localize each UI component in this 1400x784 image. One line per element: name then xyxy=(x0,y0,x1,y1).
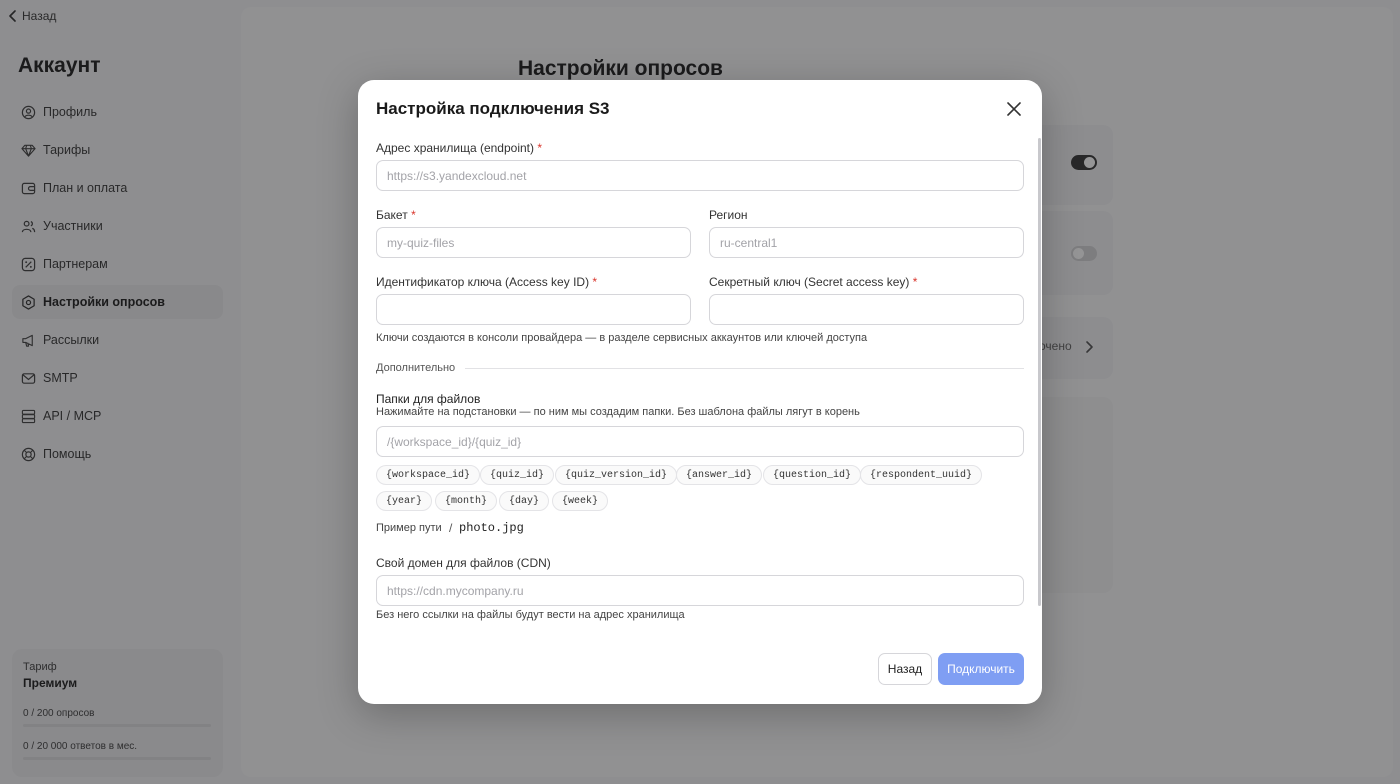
endpoint-label: Адрес хранилища (endpoint) * xyxy=(376,141,542,155)
placeholder-chip-quiz-id[interactable]: {quiz_id} xyxy=(480,465,555,485)
section-additional: Дополнительно xyxy=(376,362,1024,374)
required-mark: * xyxy=(537,141,543,155)
access-key-label: Идентификатор ключа (Access key ID) * xyxy=(376,275,597,289)
path-example-value: photo.jpg xyxy=(459,521,524,535)
folders-title: Папки для файлов xyxy=(376,392,481,406)
access-key-input[interactable] xyxy=(376,294,691,325)
cdn-hint: Без него ссылки на файлы будут вести на … xyxy=(376,609,685,621)
s3-connection-modal: Настройка подключения S3 Адрес хранилища… xyxy=(358,80,1042,704)
placeholder-chip-month[interactable]: {month} xyxy=(435,491,498,511)
placeholder-chip-question-id[interactable]: {question_id} xyxy=(763,465,862,485)
access-key-label-text: Идентификатор ключа (Access key ID) xyxy=(376,275,590,289)
bucket-input[interactable] xyxy=(376,227,691,258)
endpoint-input[interactable] xyxy=(376,160,1024,191)
back-button[interactable]: Назад xyxy=(878,653,932,685)
folders-template-input[interactable] xyxy=(376,426,1024,457)
endpoint-label-text: Адрес хранилища (endpoint) xyxy=(376,141,534,155)
placeholder-chip-quiz-version-id[interactable]: {quiz_version_id} xyxy=(555,465,678,485)
close-icon xyxy=(1007,102,1021,116)
path-example-separator: / xyxy=(449,521,453,535)
placeholder-chip-respondent-uuid[interactable]: {respondent_uuid} xyxy=(860,465,983,485)
placeholder-chip-answer-id[interactable]: {answer_id} xyxy=(676,465,763,485)
connect-button[interactable]: Подключить xyxy=(938,653,1024,685)
close-button[interactable] xyxy=(1005,100,1023,118)
section-divider xyxy=(465,367,1024,369)
placeholder-chip-workspace-id[interactable]: {workspace_id} xyxy=(376,465,481,485)
region-label: Регион xyxy=(709,208,748,222)
path-example-label: Пример пути xyxy=(376,522,442,534)
region-input[interactable] xyxy=(709,227,1024,258)
cdn-input[interactable] xyxy=(376,575,1024,606)
bucket-label: Бакет * xyxy=(376,208,416,222)
placeholder-chip-day[interactable]: {day} xyxy=(499,491,550,511)
required-mark: * xyxy=(592,275,598,289)
modal-scrollbar[interactable] xyxy=(1038,138,1041,606)
keys-hint: Ключи создаются в консоли провайдера — в… xyxy=(376,332,868,344)
secret-key-label: Секретный ключ (Secret access key) * xyxy=(709,275,917,289)
placeholder-chip-year[interactable]: {year} xyxy=(376,491,433,511)
secret-key-input[interactable] xyxy=(709,294,1024,325)
cdn-label: Свой домен для файлов (CDN) xyxy=(376,556,551,570)
secret-key-label-text: Секретный ключ (Secret access key) xyxy=(709,275,910,289)
required-mark: * xyxy=(912,275,918,289)
bucket-label-text: Бакет xyxy=(376,208,408,222)
modal-title: Настройка подключения S3 xyxy=(376,99,610,118)
required-mark: * xyxy=(411,208,416,222)
section-label: Дополнительно xyxy=(376,362,456,374)
folders-hint: Нажимайте на подстановки — по ним мы соз… xyxy=(376,406,860,418)
placeholder-chip-week[interactable]: {week} xyxy=(552,491,609,511)
